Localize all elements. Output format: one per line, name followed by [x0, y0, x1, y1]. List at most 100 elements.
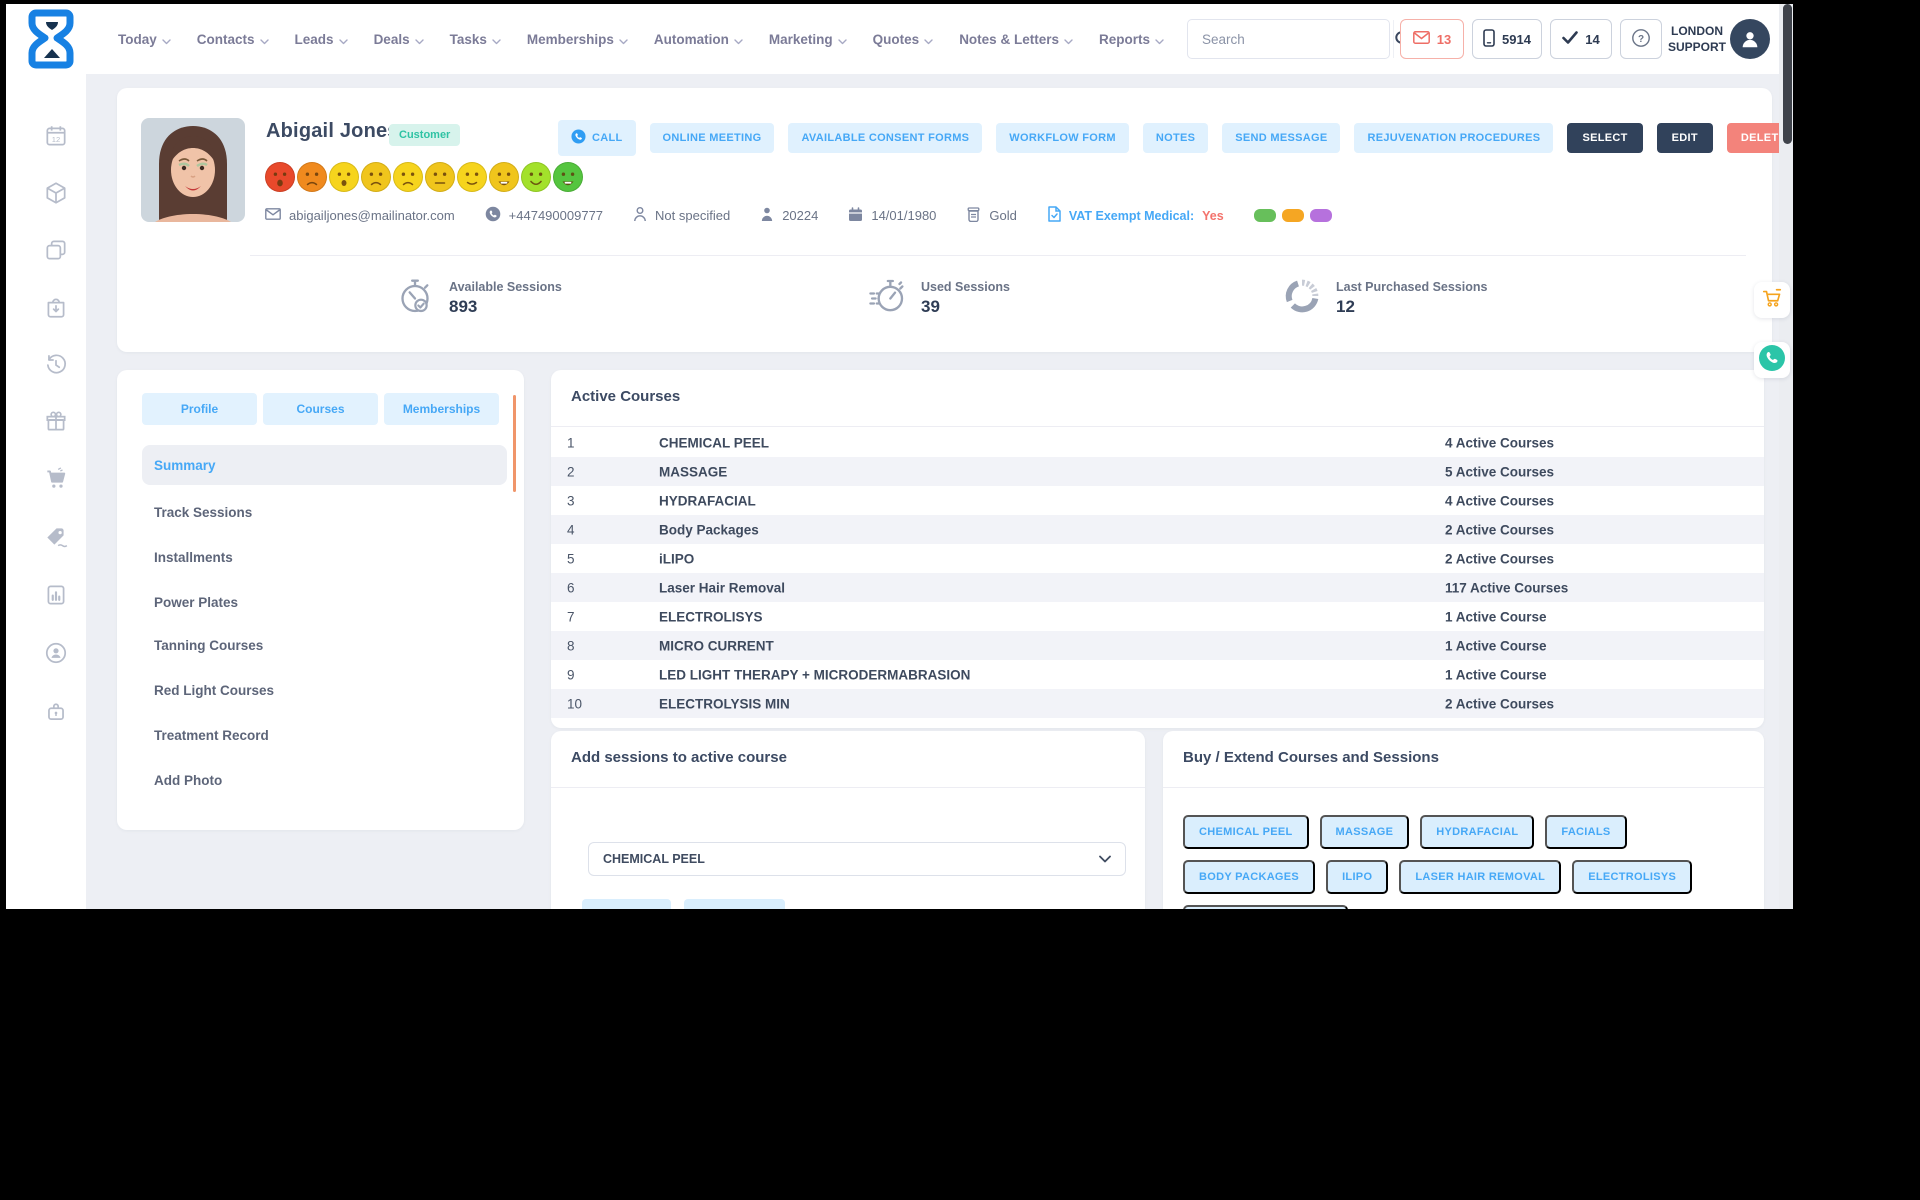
- nav-today[interactable]: Today: [118, 31, 171, 48]
- laser-hair-removal-pill-button[interactable]: LASER HAIR REMOVAL: [1399, 860, 1562, 894]
- menu-item-summary[interactable]: Summary: [142, 445, 507, 485]
- account-name: LONDON SUPPORT: [1668, 24, 1727, 54]
- tag-icon[interactable]: [43, 524, 69, 550]
- select-button[interactable]: SELECT: [1567, 123, 1643, 153]
- session-button[interactable]: [582, 899, 671, 909]
- online-meeting-button[interactable]: ONLINE MEETING: [649, 123, 775, 153]
- window-scrollbar-thumb[interactable]: [1783, 4, 1792, 144]
- course-row[interactable]: 5 iLIPO 2 Active Courses: [551, 544, 1764, 573]
- account-icon[interactable]: [43, 640, 69, 666]
- nav-label: Automation: [653, 31, 729, 47]
- menu-item-treatment-record[interactable]: Treatment Record: [142, 721, 507, 749]
- notes-button[interactable]: NOTES: [1142, 123, 1209, 153]
- menu-item-add-photo[interactable]: Add Photo: [142, 766, 507, 794]
- nav-label: Quotes: [872, 31, 920, 47]
- whatsapp-icon: [1757, 343, 1787, 378]
- course-row[interactable]: 10 ELECTROLYSIS MIN 2 Active Courses: [551, 689, 1764, 718]
- rejuvenation-procedures-button[interactable]: REJUVENATION PROCEDURES: [1354, 123, 1554, 153]
- app-logo-hourglass-icon[interactable]: [24, 8, 82, 70]
- edit-button[interactable]: EDIT: [1656, 123, 1713, 153]
- mood-face-2[interactable]: [297, 162, 327, 192]
- body-packages-pill-button[interactable]: BODY PACKAGES: [1183, 860, 1316, 894]
- buy-extend-panel: Buy / Extend Courses and Sessions CHEMIC…: [1163, 731, 1764, 909]
- mood-face-4[interactable]: [361, 162, 391, 192]
- mood-face-3[interactable]: [329, 162, 359, 192]
- mood-face-7[interactable]: [457, 162, 487, 192]
- mail-notifications-button[interactable]: 13: [1400, 19, 1464, 59]
- mood-face-10[interactable]: [553, 162, 583, 192]
- course-row[interactable]: 8 MICRO CURRENT 1 Active Course: [551, 631, 1764, 660]
- nav-contacts[interactable]: Contacts: [197, 31, 269, 48]
- gift-icon[interactable]: [43, 408, 69, 434]
- cart-icon: [1761, 287, 1783, 314]
- chemical-peel-pill-button[interactable]: CHEMICAL PEEL: [1183, 815, 1309, 849]
- mood-face-1[interactable]: [265, 162, 295, 192]
- customer-photo[interactable]: [141, 118, 245, 222]
- nav-leads[interactable]: Leads: [295, 31, 348, 48]
- package-icon[interactable]: [43, 180, 69, 206]
- session-button[interactable]: [684, 899, 785, 909]
- window-scrollbar[interactable]: [1779, 4, 1793, 909]
- lock-icon[interactable]: [43, 698, 69, 724]
- course-select[interactable]: CHEMICAL PEEL: [588, 842, 1126, 876]
- course-num: 7: [567, 609, 575, 624]
- panel-scrollbar-thumb[interactable]: [513, 395, 516, 492]
- available-consent-forms-button[interactable]: AVAILABLE CONSENT FORMS: [788, 123, 983, 153]
- contact-vat-doc: VAT Exempt Medical: Yes: [1047, 206, 1224, 225]
- send-message-button[interactable]: SEND MESSAGE: [1222, 123, 1341, 153]
- course-num: 10: [567, 696, 583, 711]
- course-row[interactable]: 2 MASSAGE 5 Active Courses: [551, 457, 1764, 486]
- copy-icon[interactable]: [43, 237, 69, 263]
- menu-item-red-light-courses[interactable]: Red Light Courses: [142, 676, 507, 704]
- nav-reports[interactable]: Reports: [1099, 31, 1164, 48]
- course-row[interactable]: 6 Laser Hair Removal 117 Active Courses: [551, 573, 1764, 602]
- massage-pill-button[interactable]: MASSAGE: [1319, 815, 1410, 849]
- report-icon[interactable]: [43, 582, 69, 608]
- tab-memberships[interactable]: Memberships: [384, 393, 499, 425]
- nav-notes-letters[interactable]: Notes & Letters: [959, 31, 1073, 48]
- nav-quotes[interactable]: Quotes: [873, 31, 934, 48]
- tab-profile[interactable]: Profile: [142, 393, 257, 425]
- mood-face-6[interactable]: [425, 162, 455, 192]
- history-icon[interactable]: [43, 351, 69, 377]
- ilipo-pill-button[interactable]: ILIPO: [1326, 860, 1389, 894]
- facials-pill-button[interactable]: FACIALS: [1545, 815, 1627, 849]
- course-row[interactable]: 9 LED LIGHT THERAPY + MICRODERMABRASION 1 …: [551, 660, 1764, 689]
- nav-marketing[interactable]: Marketing: [769, 31, 847, 48]
- course-select-value: CHEMICAL PEEL: [603, 852, 705, 866]
- tasks-notifications-button[interactable]: 14: [1550, 19, 1612, 59]
- course-name: Laser Hair Removal: [659, 580, 786, 595]
- microdermabrasion-pill-button[interactable]: MICRODERMABRASION: [1183, 905, 1348, 909]
- user-avatar[interactable]: [1730, 19, 1770, 59]
- phone-notifications-button[interactable]: 5914: [1472, 19, 1542, 59]
- nav-deals[interactable]: Deals: [374, 31, 424, 48]
- course-row[interactable]: 4 Body Packages 2 Active Courses: [551, 515, 1764, 544]
- mood-face-9[interactable]: [521, 162, 551, 192]
- cart-float-button[interactable]: [1754, 282, 1790, 318]
- cart-icon[interactable]: [43, 466, 69, 492]
- menu-item-track-sessions[interactable]: Track Sessions: [142, 498, 507, 526]
- whatsapp-float-button[interactable]: [1754, 342, 1790, 378]
- electrolisys-pill-button[interactable]: ELECTROLISYS: [1572, 860, 1693, 894]
- calendar-icon[interactable]: 12: [43, 123, 69, 149]
- course-row[interactable]: 1 CHEMICAL PEEL 4 Active Courses: [551, 428, 1764, 457]
- workflow-form-button[interactable]: WORKFLOW FORM: [996, 123, 1129, 153]
- mood-face-5[interactable]: [393, 162, 423, 192]
- shopping-bag-icon[interactable]: [43, 294, 69, 320]
- course-row[interactable]: 7 ELECTROLISYS 1 Active Course: [551, 602, 1764, 631]
- menu-item-tanning-courses[interactable]: Tanning Courses: [142, 631, 507, 659]
- search-input[interactable]: [1188, 31, 1393, 47]
- nav-label: Contacts: [196, 31, 255, 47]
- nav-automation[interactable]: Automation: [654, 31, 743, 48]
- mood-face-8[interactable]: [489, 162, 519, 192]
- menu-item-power-plates[interactable]: Power Plates: [142, 588, 507, 616]
- menu-item-installments[interactable]: Installments: [142, 543, 507, 571]
- tab-courses[interactable]: Courses: [263, 393, 378, 425]
- active-courses-title: Active Courses: [571, 388, 681, 405]
- nav-memberships[interactable]: Memberships: [527, 31, 628, 48]
- nav-tasks[interactable]: Tasks: [450, 31, 501, 48]
- help-button[interactable]: ?: [1620, 19, 1662, 59]
- call-button[interactable]: CALL: [558, 120, 636, 156]
- course-row[interactable]: 3 HYDRAFACIAL 4 Active Courses: [551, 486, 1764, 515]
- hydrafacial-pill-button[interactable]: HYDRAFACIAL: [1420, 815, 1535, 849]
